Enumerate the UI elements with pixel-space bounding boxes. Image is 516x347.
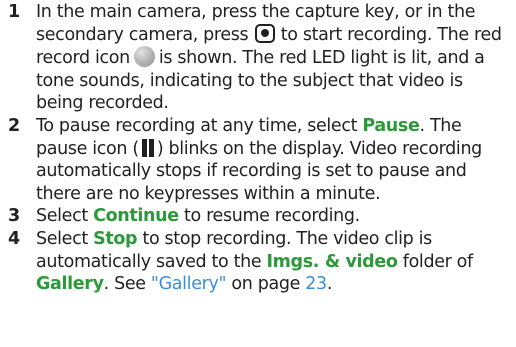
step-number: 4: [8, 228, 20, 249]
camera-capture-key-icon: [254, 23, 275, 43]
step-text: To pause recording at any time, select: [36, 115, 358, 136]
step-number: 1: [8, 2, 20, 22]
step-text: .: [326, 274, 333, 295]
folder-name: Imgs. & video: [266, 251, 398, 272]
step-1: 1 In the main camera, press the capture …: [0, 1, 516, 115]
pause-icon: [141, 138, 155, 157]
step-text: . See: [103, 274, 146, 295]
record-icon: [133, 46, 155, 68]
step-number: 3: [8, 206, 20, 227]
step-4: 4 Select Stop to stop recording. The vid…: [0, 228, 516, 296]
stop-softkey-label: Stop: [93, 228, 138, 249]
step-text: Select: [36, 206, 88, 227]
step-text: on page: [231, 274, 301, 295]
gallery-app-name: Gallery: [36, 274, 104, 295]
continue-softkey-label: Continue: [93, 206, 179, 227]
gallery-cross-reference-link[interactable]: "Gallery": [151, 274, 227, 294]
pause-softkey-label: Pause: [362, 115, 420, 136]
step-text: Select: [36, 228, 88, 249]
step-2: 2 To pause recording at any time, select…: [0, 115, 516, 205]
step-text: folder of: [402, 251, 473, 272]
step-3: 3 Select Continue to resume recording.: [0, 205, 516, 228]
instruction-steps: 1 In the main camera, press the capture …: [0, 0, 516, 296]
step-number: 2: [8, 115, 20, 136]
step-text: to resume recording.: [184, 206, 360, 227]
page-number-link[interactable]: 23: [305, 274, 327, 294]
